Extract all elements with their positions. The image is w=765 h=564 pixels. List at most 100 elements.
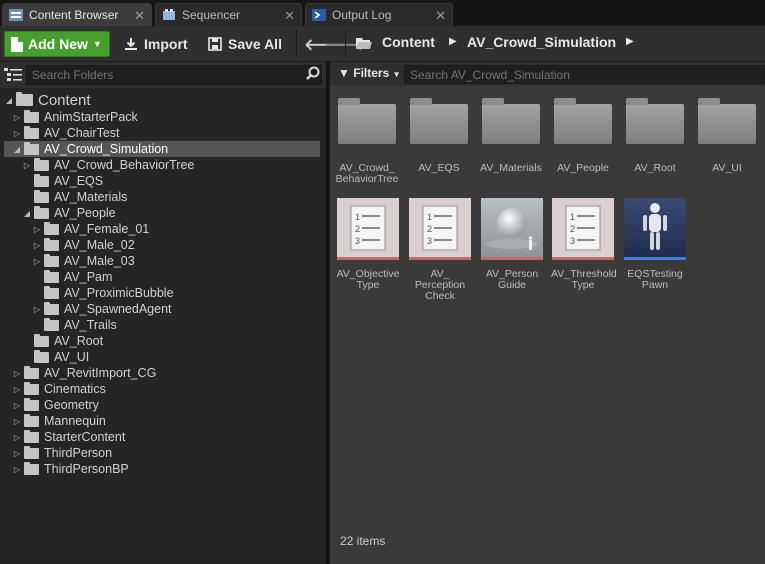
folder-icon: [44, 221, 59, 235]
asset-search-input[interactable]: [404, 65, 765, 84]
collapsed-arrow-icon[interactable]: ▷: [32, 241, 42, 250]
close-icon[interactable]: ✕: [435, 8, 446, 24]
tree-item-av-ui[interactable]: AV_UI: [22, 349, 89, 365]
tree-item-cinematics[interactable]: ▷ Cinematics: [12, 381, 106, 397]
folder-open-icon: [356, 36, 372, 50]
tree-view-icon[interactable]: [4, 67, 22, 83]
breadcrumb-arrow-icon[interactable]: ▶: [626, 36, 634, 47]
folder-icon: [34, 157, 49, 171]
collapsed-arrow-icon[interactable]: ▷: [32, 305, 42, 314]
expanded-arrow-icon[interactable]: ◢: [22, 209, 32, 218]
folder-tile[interactable]: AV_People: [551, 98, 615, 174]
svg-text:3: 3: [427, 236, 432, 246]
expanded-arrow-icon[interactable]: ◢: [12, 145, 22, 154]
item-count: 22 items: [340, 534, 386, 548]
collapsed-arrow-icon[interactable]: ▷: [12, 113, 22, 122]
tree-item-av-spawnedagent[interactable]: ▷ AV_SpawnedAgent: [32, 301, 172, 317]
collapsed-arrow-icon[interactable]: ▷: [12, 369, 22, 378]
collapsed-arrow-icon[interactable]: ▷: [12, 401, 22, 410]
tab-content-browser[interactable]: Content Browser ✕: [2, 3, 152, 26]
close-icon[interactable]: ✕: [134, 8, 145, 24]
tree-item-av-proximicbubble[interactable]: AV_ProximicBubble: [32, 285, 174, 301]
save-all-label: Save All: [228, 36, 282, 52]
toolbar: Add New ▼ Import Save All 🡐 🡒 Content ▶ …: [0, 26, 765, 62]
enum-list-icon: 1 2 3: [337, 198, 399, 260]
breadcrumb-arrow-icon[interactable]: ▶: [449, 36, 457, 47]
close-icon[interactable]: ✕: [284, 8, 295, 24]
add-new-button[interactable]: Add New ▼: [4, 31, 110, 57]
tree-item-av-trails[interactable]: AV_Trails: [32, 317, 117, 333]
collapsed-arrow-icon[interactable]: ▷: [12, 385, 22, 394]
folder-tile[interactable]: AV_UI: [695, 98, 759, 174]
tree-item-animstarterpack[interactable]: ▷ AnimStarterPack: [12, 109, 138, 125]
tree-item-av-root[interactable]: AV_Root: [22, 333, 103, 349]
tab-output-log[interactable]: Output Log ✕: [305, 3, 453, 26]
tree-item-startercontent[interactable]: ▷ StarterContent: [12, 429, 125, 445]
folder-tile[interactable]: AV_Materials: [479, 98, 543, 174]
tree-item-content[interactable]: ◢ Content: [4, 91, 91, 109]
tree-item-av-eqs[interactable]: AV_EQS: [22, 173, 103, 189]
folder-icon: [34, 189, 49, 203]
tree-item-av-pam[interactable]: AV_Pam: [32, 269, 112, 285]
tree-item-av-people[interactable]: ◢ AV_People: [22, 205, 116, 221]
collapsed-arrow-icon[interactable]: ▷: [32, 257, 42, 266]
asset-tile[interactable]: 123 AV_Threshold Type: [551, 198, 617, 291]
collapsed-arrow-icon[interactable]: ▷: [32, 225, 42, 234]
folder-icon: [482, 98, 540, 144]
tree-item-thirdperson[interactable]: ▷ ThirdPerson: [12, 445, 112, 461]
breadcrumb-current[interactable]: AV_Crowd_Simulation: [467, 34, 616, 50]
collapsed-arrow-icon[interactable]: ▷: [22, 161, 32, 170]
svg-text:3: 3: [355, 236, 360, 246]
asset-tile[interactable]: AV_Person Guide: [480, 198, 544, 291]
content-browser-icon: [9, 9, 23, 21]
filters-button[interactable]: ▼ Filters ▼: [338, 66, 401, 80]
collapsed-arrow-icon[interactable]: ▷: [12, 417, 22, 426]
svg-text:1: 1: [570, 212, 575, 222]
folder-icon: [44, 269, 59, 283]
tree-item-av-chairtest[interactable]: ▷ AV_ChairTest: [12, 125, 120, 141]
svg-text:2: 2: [355, 224, 360, 234]
collapsed-arrow-icon[interactable]: ▷: [12, 465, 22, 474]
folder-open-icon: [34, 205, 49, 219]
collapsed-arrow-icon[interactable]: ▷: [12, 449, 22, 458]
tree-item-av-male-03[interactable]: ▷ AV_Male_03: [32, 253, 135, 269]
folder-search-input[interactable]: [26, 65, 322, 85]
tree-item-thirdpersonbp[interactable]: ▷ ThirdPersonBP: [12, 461, 129, 477]
asset-tile[interactable]: EQSTesting Pawn: [623, 198, 687, 291]
asset-tile[interactable]: 123 AV_Objective Type: [336, 198, 400, 291]
tree-item-av-crowd-behaviortree[interactable]: ▷ AV_Crowd_BehaviorTree: [22, 157, 194, 173]
tree-item-av-male-02[interactable]: ▷ AV_Male_02: [32, 237, 135, 253]
caret-down-icon: ▼: [392, 70, 401, 79]
collapsed-arrow-icon[interactable]: ▷: [12, 129, 22, 138]
folder-icon: [34, 333, 49, 347]
search-icon[interactable]: [306, 66, 320, 80]
folder-icon: [626, 98, 684, 144]
folder-icon: [554, 98, 612, 144]
folder-tile[interactable]: AV_Crowd_ BehaviorTree: [335, 98, 399, 185]
save-all-button[interactable]: Save All: [208, 31, 282, 57]
folder-tile[interactable]: AV_EQS: [407, 98, 471, 174]
tab-sequencer[interactable]: Sequencer ✕: [155, 3, 302, 26]
folder-icon: [24, 429, 39, 443]
import-icon: [124, 37, 138, 51]
breadcrumb-content[interactable]: Content: [382, 34, 435, 50]
collapsed-arrow-icon[interactable]: ▷: [12, 433, 22, 442]
folder-icon: [24, 365, 39, 379]
import-button[interactable]: Import: [124, 31, 188, 57]
folder-icon: [698, 98, 756, 144]
folder-tile[interactable]: AV_Root: [623, 98, 687, 174]
folder-icon: [24, 413, 39, 427]
folder-icon: [34, 173, 49, 187]
asset-panel: ▼ Filters ▼ AV_Crowd_ BehaviorTree AV_EQ…: [330, 62, 765, 564]
tree-item-mannequin[interactable]: ▷ Mannequin: [12, 413, 106, 429]
tree-item-av-crowd-simulation[interactable]: ◢ AV_Crowd_Simulation: [12, 141, 168, 157]
enum-list-icon: 1 2 3: [552, 198, 614, 260]
mannequin-icon: [624, 198, 686, 260]
expanded-arrow-icon[interactable]: ◢: [4, 96, 14, 105]
tree-item-av-materials[interactable]: AV_Materials: [22, 189, 127, 205]
tree-item-av-female-01[interactable]: ▷ AV_Female_01: [32, 221, 149, 237]
toolbar-divider: [296, 30, 297, 58]
tree-item-av-revitimport-cg[interactable]: ▷ AV_RevitImport_CG: [12, 365, 156, 381]
asset-tile[interactable]: 123 AV_ Perception Check: [408, 198, 472, 302]
tree-item-geometry[interactable]: ▷ Geometry: [12, 397, 99, 413]
